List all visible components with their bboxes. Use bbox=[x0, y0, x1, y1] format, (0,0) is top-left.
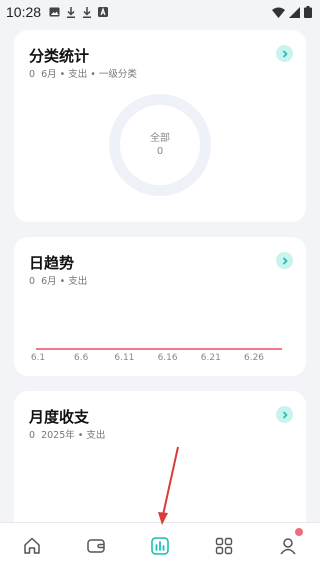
x-tick-label: 6.26 bbox=[243, 353, 265, 363]
chevron-right-icon bbox=[282, 256, 288, 265]
status-time: 10:28 bbox=[6, 4, 42, 20]
tab-apps[interactable] bbox=[192, 523, 256, 568]
tab-stats[interactable] bbox=[128, 523, 192, 568]
donut-value: 0 bbox=[156, 146, 164, 157]
daily-trend-subtitle: 0 6月 • 支出 bbox=[29, 273, 87, 287]
signal-icon bbox=[289, 6, 300, 18]
daily-trend-series-line bbox=[36, 348, 282, 350]
chevron-right-icon bbox=[282, 410, 288, 419]
daily-trend-card[interactable]: 日趋势 0 6月 • 支出 6.1 6.6 6.11 6.16 6.21 6.26 bbox=[14, 237, 306, 376]
monthly-count: 0 bbox=[29, 430, 36, 441]
monthly-title: 月度收支 bbox=[29, 408, 90, 426]
daily-trend-more-button[interactable] bbox=[276, 252, 293, 269]
x-tick-label: 6.16 bbox=[157, 353, 178, 363]
daily-trend-count: 0 bbox=[29, 276, 36, 287]
category-stats-period: 6月 • 支出 • 一级分类 bbox=[41, 69, 137, 80]
download-icon bbox=[83, 6, 92, 18]
category-stats-subtitle: 0 6月 • 支出 • 一级分类 bbox=[29, 66, 137, 80]
app-notification-icon bbox=[98, 7, 109, 17]
category-donut-chart[interactable]: 全部 0 bbox=[109, 94, 211, 196]
monthly-more-button[interactable] bbox=[276, 406, 293, 423]
category-stats-title: 分类统计 bbox=[29, 47, 90, 65]
category-stats-more-button[interactable] bbox=[276, 45, 293, 62]
x-tick-label: 6.21 bbox=[200, 353, 221, 363]
x-tick-label: 6.11 bbox=[114, 353, 135, 363]
bottom-tab-bar bbox=[0, 522, 320, 568]
chevron-right-icon bbox=[282, 49, 288, 58]
download-icon bbox=[67, 6, 76, 18]
daily-trend-title: 日趋势 bbox=[29, 254, 75, 272]
wallet-icon bbox=[87, 538, 105, 553]
tab-home[interactable] bbox=[0, 523, 64, 568]
tab-profile[interactable] bbox=[256, 523, 320, 568]
daily-trend-period: 6月 • 支出 bbox=[41, 276, 88, 287]
status-bar: 10:28 bbox=[0, 0, 320, 24]
donut-label: 全部 bbox=[150, 133, 170, 144]
tab-wallet[interactable] bbox=[64, 523, 128, 568]
apps-icon bbox=[215, 537, 233, 554]
x-tick-label: 6.6 bbox=[74, 353, 89, 363]
profile-icon bbox=[280, 537, 296, 554]
home-icon bbox=[24, 537, 40, 554]
category-stats-count: 0 bbox=[29, 69, 36, 80]
wifi-icon bbox=[272, 7, 285, 18]
monthly-subtitle: 0 2025年 • 支出 bbox=[29, 427, 105, 441]
x-tick-label: 6.1 bbox=[30, 353, 46, 363]
monthly-period: 2025年 • 支出 bbox=[41, 430, 106, 441]
battery-icon bbox=[304, 6, 312, 18]
category-stats-card[interactable]: 分类统计 0 6月 • 支出 • 一级分类 全部 0 bbox=[14, 30, 306, 222]
stats-icon bbox=[151, 536, 169, 555]
notification-badge bbox=[295, 528, 303, 536]
gallery-icon bbox=[49, 7, 60, 17]
